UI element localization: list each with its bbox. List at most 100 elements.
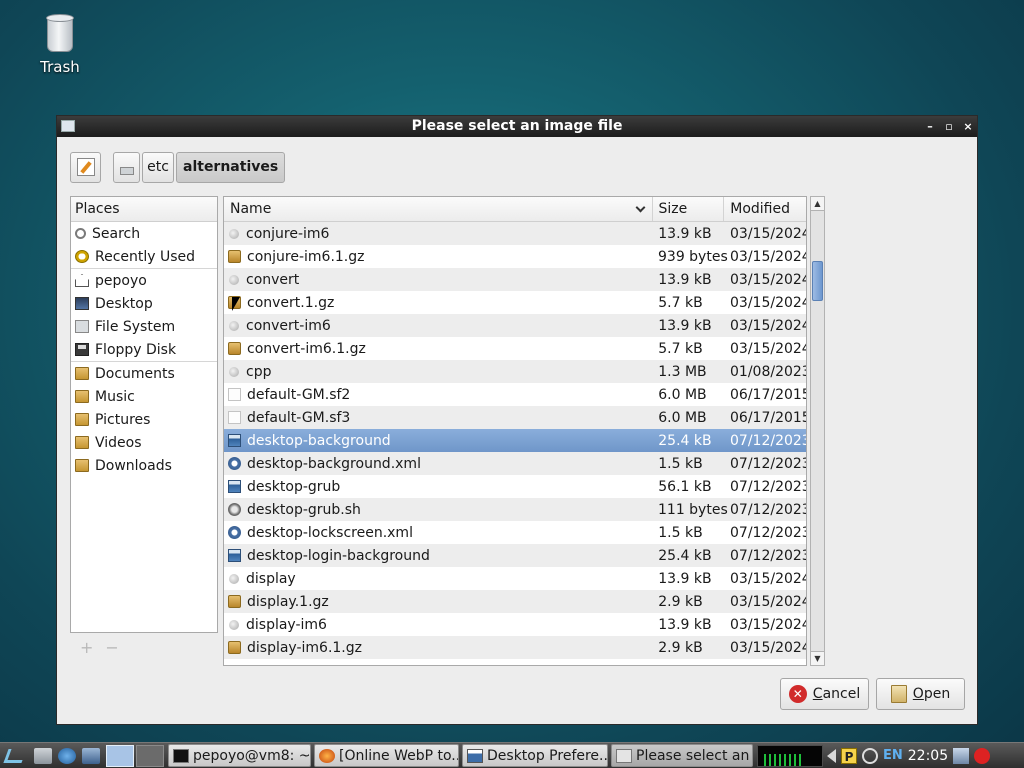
file-size: 5.7 kB xyxy=(658,340,703,357)
scroll-down-button[interactable]: ▼ xyxy=(811,651,824,665)
places-item-pictures[interactable]: Pictures xyxy=(71,408,217,431)
places-item-pepoyo[interactable]: pepoyo xyxy=(71,269,217,292)
maximize-button[interactable]: ▫ xyxy=(944,116,954,137)
file-size: 13.9 kB xyxy=(658,271,712,288)
file-row[interactable]: display.1.gz 2.9 kB 03/15/2024 xyxy=(224,590,806,613)
places-header[interactable]: Places xyxy=(71,197,217,222)
places-item-videos[interactable]: Videos xyxy=(71,431,217,454)
dialog-titlebar[interactable]: Please select an image file – ▫ × xyxy=(57,116,977,137)
file-row[interactable]: default-GM.sf2 6.0 MB 06/17/2015 xyxy=(224,383,806,406)
desktop-pager-2[interactable] xyxy=(136,744,164,767)
close-button[interactable]: × xyxy=(963,116,973,137)
path-segment-etc[interactable]: etc xyxy=(142,151,174,183)
places-item-recently-used[interactable]: Recently Used xyxy=(71,245,217,268)
file-name-cell: conjure-im6.1.gz xyxy=(224,249,652,265)
file-row[interactable]: conjure-im6 13.9 kB 03/15/2024 xyxy=(224,222,806,245)
file-name-cell: desktop-background.xml xyxy=(224,456,652,472)
desktop-icon xyxy=(75,297,89,310)
file-row[interactable]: desktop-lockscreen.xml 1.5 kB 07/12/2023 xyxy=(224,521,806,544)
search-tray-icon[interactable] xyxy=(862,747,878,764)
places-item-file-system[interactable]: File System xyxy=(71,315,217,338)
file-size: 1.3 MB xyxy=(658,363,707,380)
path-root-button[interactable] xyxy=(113,151,140,183)
file-name: convert-im6.1.gz xyxy=(247,340,366,357)
file-row[interactable]: convert 13.9 kB 03/15/2024 xyxy=(224,268,806,291)
show-desktop-icon[interactable] xyxy=(82,747,100,764)
archive-icon xyxy=(228,641,241,654)
file-row[interactable]: convert.1.gz 5.7 kB 03/15/2024 xyxy=(224,291,806,314)
file-row[interactable]: display-im6.1.gz 2.9 kB 03/15/2024 xyxy=(224,636,806,659)
taskbar-task-4[interactable]: Please select an ... xyxy=(611,744,753,767)
scroll-up-button[interactable]: ▲ xyxy=(811,197,824,211)
column-header-modified[interactable]: Modified xyxy=(724,197,806,221)
column-name-label: Name xyxy=(230,201,272,217)
file-row[interactable]: display-im6 13.9 kB 03/15/2024 xyxy=(224,613,806,636)
scroll-thumb[interactable] xyxy=(812,261,823,301)
path-bar: etc alternatives xyxy=(70,151,286,183)
executable-icon xyxy=(229,228,239,239)
column-header-size[interactable]: Size xyxy=(653,197,725,221)
taskbar-task-1[interactable]: pepoyo@vm8: ~ xyxy=(168,744,311,767)
file-row[interactable]: conjure-im6.1.gz 939 bytes 03/15/2024 xyxy=(224,245,806,268)
file-row[interactable]: convert-im6 13.9 kB 03/15/2024 xyxy=(224,314,806,337)
file-row[interactable]: desktop-background 25.4 kB 07/12/2023 xyxy=(224,429,806,452)
column-header-name[interactable]: Name xyxy=(224,197,653,221)
places-item-label: Videos xyxy=(95,434,142,451)
add-bookmark-button[interactable]: + xyxy=(80,638,93,657)
file-size: 111 bytes xyxy=(658,501,728,518)
file-name: conjure-im6 xyxy=(246,225,330,242)
power-icon[interactable] xyxy=(974,747,991,764)
pager-tray-icon[interactable]: P xyxy=(841,747,857,764)
volume-icon[interactable] xyxy=(827,748,836,763)
file-row[interactable]: desktop-grub 56.1 kB 07/12/2023 xyxy=(224,475,806,498)
places-item-music[interactable]: Music xyxy=(71,385,217,408)
browser-launcher-icon[interactable] xyxy=(58,747,76,764)
file-row[interactable]: desktop-login-background 25.4 kB 07/12/202… xyxy=(224,544,806,567)
image-icon xyxy=(228,549,241,562)
places-item-documents[interactable]: Documents xyxy=(71,362,217,385)
file-row[interactable]: convert-im6.1.gz 5.7 kB 03/15/2024 xyxy=(224,337,806,360)
file-name-cell: desktop-grub.sh xyxy=(224,502,652,518)
dialog-icon xyxy=(616,748,632,763)
remove-bookmark-button[interactable]: − xyxy=(105,638,118,657)
places-item-floppy-disk[interactable]: Floppy Disk xyxy=(71,338,217,361)
network-icon[interactable] xyxy=(953,747,970,764)
desktop-pager-1[interactable] xyxy=(106,744,134,767)
open-button[interactable]: Open xyxy=(876,678,965,710)
places-item-search[interactable]: Search xyxy=(71,222,217,245)
start-menu-button[interactable] xyxy=(0,744,30,768)
file-size: 1.5 kB xyxy=(658,524,703,541)
places-item-desktop[interactable]: Desktop xyxy=(71,292,217,315)
file-modified: 07/12/2023 xyxy=(730,455,807,472)
places-item-downloads[interactable]: Downloads xyxy=(71,454,217,477)
file-name-cell: convert-im6.1.gz xyxy=(224,341,652,357)
file-manager-launcher-icon[interactable] xyxy=(34,747,52,764)
file-name: default-GM.sf3 xyxy=(247,409,351,426)
xml-icon xyxy=(228,457,241,470)
clock[interactable]: 22:05 xyxy=(908,748,948,764)
keyboard-layout-indicator[interactable]: EN xyxy=(883,748,903,763)
window-menu-icon[interactable] xyxy=(61,120,75,132)
file-list-scrollbar[interactable]: ▲ ▼ xyxy=(810,196,825,666)
file-row[interactable]: desktop-grub.sh 111 bytes 07/12/2023 xyxy=(224,498,806,521)
file-row[interactable]: default-GM.sf3 6.0 MB 06/17/2015 xyxy=(224,406,806,429)
file-name-cell: convert-im6 xyxy=(224,318,652,334)
floppy-icon xyxy=(75,343,89,356)
file-name-cell: default-GM.sf2 xyxy=(224,387,652,403)
path-segment-alternatives[interactable]: alternatives xyxy=(176,151,286,183)
file-modified: 03/15/2024 xyxy=(730,225,807,242)
minimize-button[interactable]: – xyxy=(925,116,935,137)
taskbar-task-3[interactable]: Desktop Prefere... xyxy=(462,744,608,767)
taskbar-task-2[interactable]: [Online WebP to... xyxy=(314,744,459,767)
file-row[interactable]: display 13.9 kB 03/15/2024 xyxy=(224,567,806,590)
file-size: 13.9 kB xyxy=(658,317,712,334)
clock-icon xyxy=(75,250,89,263)
file-name: desktop-grub.sh xyxy=(247,501,361,518)
type-location-button[interactable] xyxy=(70,151,101,183)
desktop-icon-trash[interactable]: Trash xyxy=(34,12,86,76)
file-row[interactable]: desktop-background.xml 1.5 kB 07/12/2023 xyxy=(224,452,806,475)
cancel-button[interactable]: ✕ Cancel xyxy=(780,678,869,710)
file-name: desktop-login-background xyxy=(247,547,430,564)
file-modified: 03/15/2024 xyxy=(730,639,807,656)
file-row[interactable]: cpp 1.3 MB 01/08/2023 xyxy=(224,360,806,383)
